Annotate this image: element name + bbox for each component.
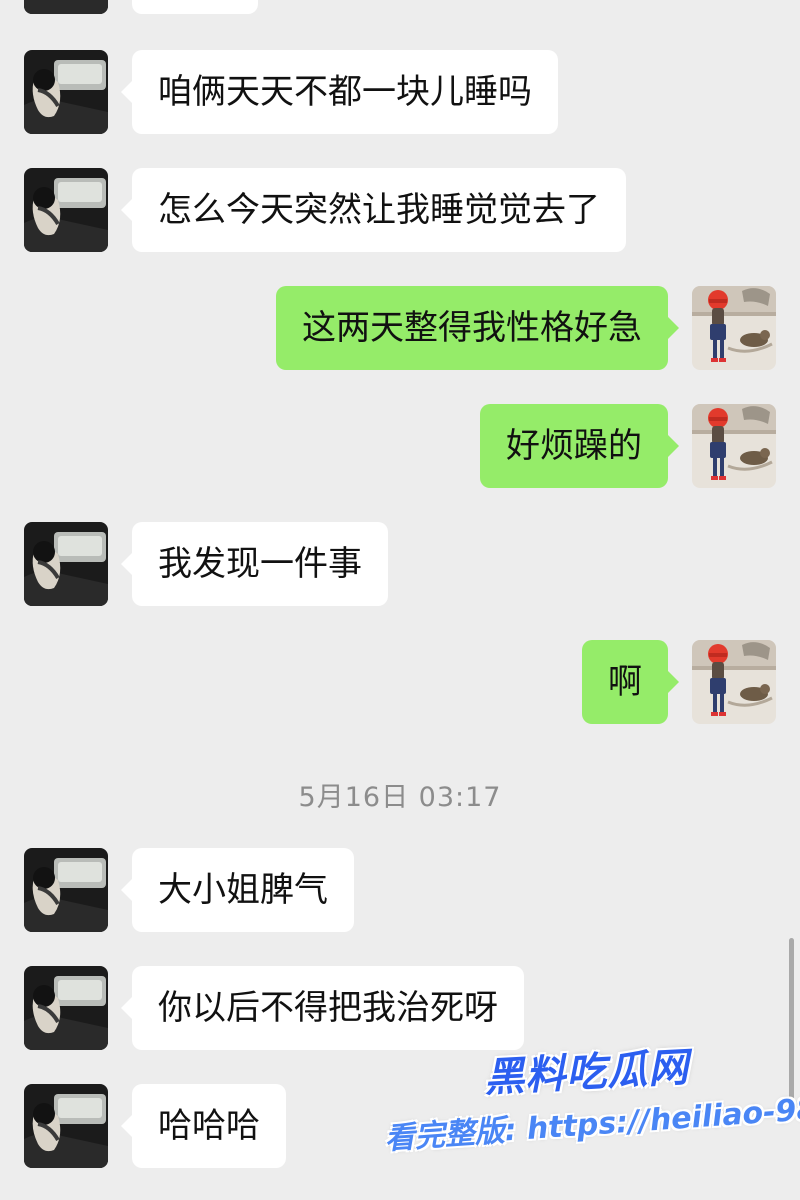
message-bubble-incoming[interactable]: 你以后不得把我治死呀 bbox=[121, 966, 524, 1050]
message-bubble-incoming[interactable]: 哈哈哈 bbox=[121, 1084, 286, 1168]
contact-avatar-icon[interactable] bbox=[24, 522, 108, 606]
message-bubble-outgoing[interactable]: 啊 bbox=[582, 640, 679, 724]
scrollbar[interactable] bbox=[789, 938, 794, 1108]
contact-avatar-icon[interactable] bbox=[24, 848, 108, 932]
contact-avatar-icon[interactable] bbox=[24, 0, 108, 14]
message-timestamp: 5月16日 03:17 bbox=[298, 782, 502, 813]
message-bubble-incoming[interactable] bbox=[132, 0, 258, 14]
self-avatar-icon[interactable] bbox=[692, 404, 776, 488]
message-bubble-incoming[interactable]: 怎么今天突然让我睡觉觉去了 bbox=[121, 168, 626, 252]
contact-avatar-icon[interactable] bbox=[24, 50, 108, 134]
message-bubble-outgoing[interactable]: 这两天整得我性格好急 bbox=[276, 286, 679, 370]
message-bubble-outgoing[interactable]: 好烦躁的 bbox=[480, 404, 679, 488]
contact-avatar-icon[interactable] bbox=[24, 168, 108, 252]
chat-area: 咱俩天天不都一块儿睡吗 怎么今天突然让我睡觉觉去了 这两天整得我性格好急 好烦躁… bbox=[0, 0, 800, 1200]
message-bubble-incoming[interactable]: 我发现一件事 bbox=[121, 522, 388, 606]
contact-avatar-icon[interactable] bbox=[24, 1084, 108, 1168]
message-bubble-incoming[interactable]: 咱俩天天不都一块儿睡吗 bbox=[121, 50, 558, 134]
self-avatar-icon[interactable] bbox=[692, 286, 776, 370]
self-avatar-icon[interactable] bbox=[692, 640, 776, 724]
contact-avatar-icon[interactable] bbox=[24, 966, 108, 1050]
message-bubble-incoming[interactable]: 大小姐脾气 bbox=[121, 848, 354, 932]
watermark-brand: 黑料吃瓜网 bbox=[483, 1044, 691, 1102]
